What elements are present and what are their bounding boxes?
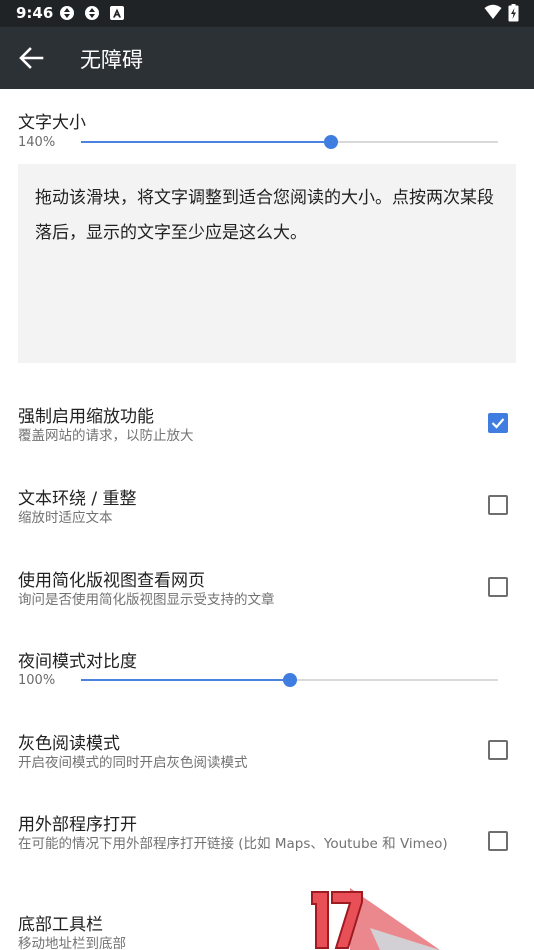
external-app-subtitle: 在可能的情况下用外部程序打开链接 (比如 Maps、Youtube 和 Vime… [18,836,448,852]
text-size-preview: 拖动该滑块，将文字调整到适合您阅读的大小。点按两次某段落后，显示的文字至少应是这… [18,164,516,363]
sync-icon [60,6,74,20]
external-app-title: 用外部程序打开 [18,815,137,835]
slider-thumb[interactable] [282,673,297,687]
battery-charging-icon [508,4,519,22]
simplified-view-subtitle: 询问是否使用简化版视图显示受支持的文章 [18,592,275,608]
simplified-view-checkbox[interactable] [488,577,508,597]
watermark-logo [311,888,440,950]
bottom-toolbar-title: 底部工具栏 [18,915,103,935]
text-size-title: 文字大小 [18,113,86,133]
night-contrast-value: 100% [18,673,56,688]
text-size-value: 140% [18,135,56,150]
wifi-icon [484,4,502,19]
force-zoom-title: 强制启用缩放功能 [18,407,154,427]
gray-reading-title: 灰色阅读模式 [18,734,120,754]
text-size-slider[interactable] [81,135,498,149]
gray-reading-subtitle: 开启夜间模式的同时开启灰色阅读模式 [18,755,248,771]
force-zoom-checkbox[interactable] [488,413,508,433]
sync-icon [85,6,99,20]
night-contrast-title: 夜间模式对比度 [18,652,137,672]
status-bar: 9:46 [0,0,534,27]
night-contrast-slider[interactable] [81,673,498,687]
text-reflow-title: 文本环绕 / 重整 [18,489,137,509]
status-time: 9:46 [16,4,54,22]
external-app-checkbox[interactable] [488,831,508,851]
slider-thumb[interactable] [324,135,339,149]
text-reflow-checkbox[interactable] [488,495,508,515]
page-title: 无障碍 [80,48,143,72]
gray-reading-checkbox[interactable] [488,740,508,760]
force-zoom-subtitle: 覆盖网站的请求，以防止放大 [18,428,194,444]
check-icon [491,418,505,429]
app-bar: 无障碍 [0,27,534,89]
simplified-view-title: 使用简化版视图查看网页 [18,571,205,591]
text-reflow-subtitle: 缩放时适应文本 [18,510,113,526]
a-notification-icon [110,6,124,20]
slider-fill [81,679,290,681]
arrow-left-icon[interactable] [18,46,44,70]
slider-fill [81,141,332,143]
